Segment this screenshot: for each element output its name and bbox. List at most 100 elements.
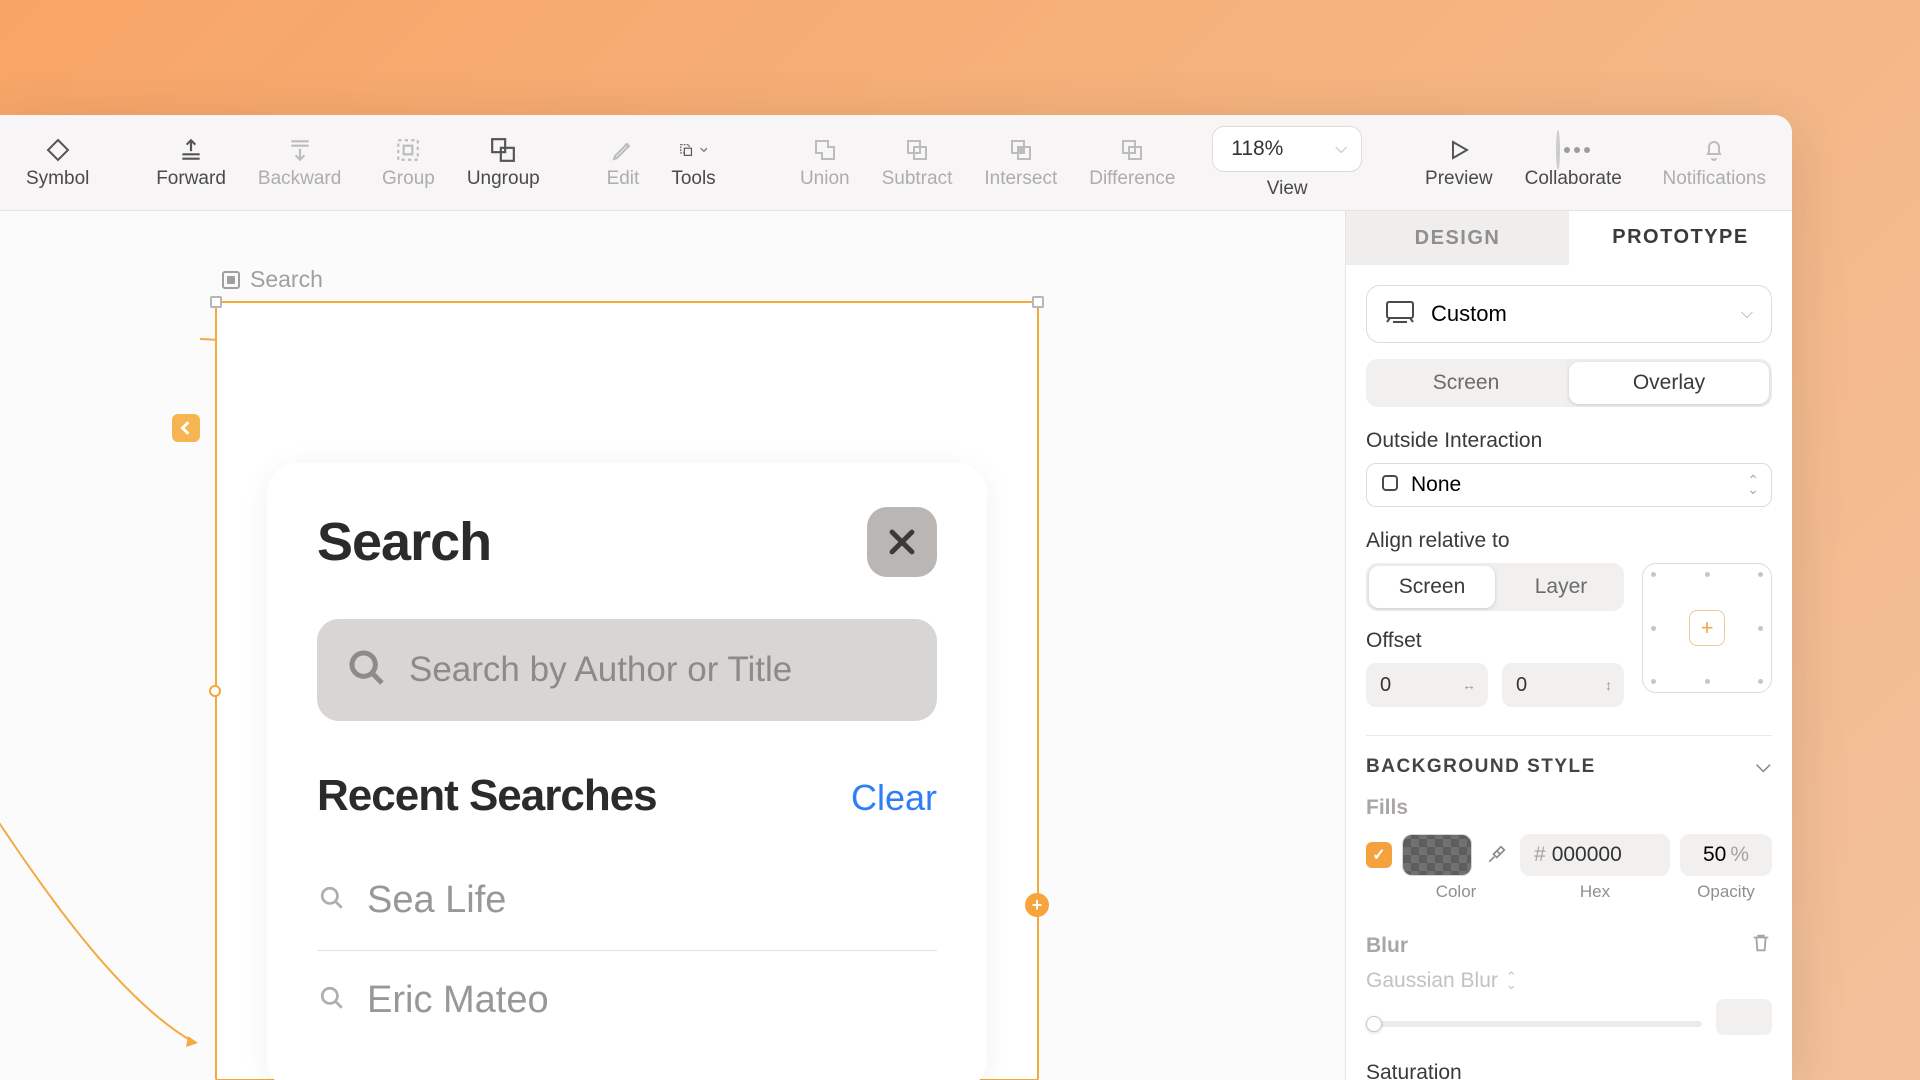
recent-list: Sea Life Eric Mateo [317, 851, 937, 1050]
search-input[interactable]: Search by Author or Title [317, 619, 937, 721]
add-link-badge[interactable]: + [1025, 893, 1049, 917]
app-window: Symbol Forward Backward Group Ungroup Ed… [0, 115, 1792, 1080]
toolbar-label: Ungroup [467, 168, 540, 190]
hex-value: 000000 [1552, 843, 1622, 867]
slider-thumb[interactable] [1366, 1016, 1382, 1032]
toolbar-label: Collaborate [1525, 168, 1622, 190]
search-placeholder: Search by Author or Title [409, 650, 792, 690]
chevron-down-icon[interactable]: ⌵ [1756, 756, 1772, 778]
align-screen[interactable]: Screen [1369, 566, 1495, 608]
toolbar-label: Preview [1425, 168, 1493, 190]
subtract-button[interactable]: Subtract [866, 115, 969, 210]
hex-input[interactable]: # 000000 [1520, 834, 1670, 876]
ungroup-icon [489, 136, 517, 164]
anchor-picker[interactable]: + [1642, 563, 1772, 693]
fill-row: ✓ # 000000 50 % [1366, 834, 1772, 876]
horizontal-arrows-icon: ↔ [1462, 677, 1476, 693]
recent-searches-heading: Recent Searches [317, 771, 657, 821]
intersect-icon [1007, 136, 1035, 164]
notifications-button[interactable]: Notifications [1647, 115, 1783, 210]
blur-label: Blur [1366, 934, 1408, 958]
segment-screen[interactable]: Screen [1366, 359, 1566, 407]
recent-item[interactable]: Sea Life [317, 851, 937, 951]
opacity-input[interactable]: 50 % [1680, 834, 1772, 876]
resize-handle[interactable] [210, 296, 222, 308]
tab-design[interactable]: DESIGN [1346, 211, 1569, 265]
trash-icon[interactable] [1750, 932, 1772, 959]
backward-button[interactable]: Backward [242, 115, 357, 210]
union-button[interactable]: Union [784, 115, 866, 210]
card-title: Search [317, 511, 491, 573]
toolbar-label: Subtract [882, 168, 953, 190]
avatar-icon [1559, 136, 1587, 164]
canvas[interactable]: Search + Search Search by Author or Titl… [0, 211, 1345, 1080]
forward-button[interactable]: Forward [140, 115, 242, 210]
offset-y-input[interactable]: 0 ↕ [1502, 663, 1624, 707]
artboard-icon [222, 271, 240, 289]
close-icon [885, 525, 919, 559]
offset-y-value: 0 [1516, 674, 1527, 697]
background-style-header[interactable]: BACKGROUND STYLE [1366, 756, 1596, 778]
view-menu[interactable]: 118% ⌵ View [1200, 115, 1374, 210]
search-card: Search Search by Author or Title Recent … [267, 463, 987, 1080]
hash-prefix: # [1534, 843, 1546, 867]
blur-type-select[interactable]: Gaussian Blur ⌃⌄ [1366, 969, 1772, 993]
device-value: Custom [1431, 301, 1507, 327]
user-avatar [1556, 130, 1560, 170]
clear-link[interactable]: Clear [851, 777, 937, 819]
send-backward-icon [286, 136, 314, 164]
collaborate-button[interactable]: Collaborate [1509, 115, 1638, 210]
align-segment[interactable]: Screen Layer [1366, 563, 1624, 611]
toolbar-label: Backward [258, 168, 341, 190]
tools-icon [679, 136, 707, 164]
recent-item[interactable]: Eric Mateo [317, 951, 937, 1050]
chevron-down-icon: ⌵ [1335, 140, 1347, 158]
percent-suffix: % [1730, 843, 1749, 867]
tools-menu[interactable]: Tools [655, 115, 731, 210]
zoom-value: 118% [1231, 137, 1283, 161]
align-layer[interactable]: Layer [1498, 563, 1624, 611]
saturation-label: Saturation [1366, 1061, 1772, 1080]
blur-value-field[interactable] [1716, 999, 1772, 1035]
back-link-badge[interactable] [172, 414, 200, 442]
artboard-name: Search [250, 266, 323, 293]
toolbar-label: Intersect [984, 168, 1057, 190]
link-anchor[interactable] [209, 685, 221, 697]
anchor-center[interactable]: + [1689, 610, 1725, 646]
outside-value: None [1411, 473, 1461, 497]
square-icon [1381, 474, 1399, 497]
fills-label: Fills [1366, 796, 1772, 820]
bell-icon [1700, 136, 1728, 164]
difference-button[interactable]: Difference [1073, 115, 1191, 210]
device-dropdown[interactable]: Custom ⌵ [1366, 285, 1772, 343]
intersect-button[interactable]: Intersect [968, 115, 1073, 210]
offset-label: Offset [1366, 629, 1624, 653]
close-button[interactable] [867, 507, 937, 577]
segment-overlay[interactable]: Overlay [1569, 362, 1769, 404]
opacity-value: 50 [1703, 843, 1726, 867]
vertical-arrows-icon: ↕ [1605, 677, 1612, 693]
group-button[interactable]: Group [366, 115, 451, 210]
zoom-select[interactable]: 118% ⌵ [1212, 126, 1362, 172]
screen-overlay-segment[interactable]: Screen Overlay [1366, 359, 1772, 407]
sublabel-hex: Hex [1510, 882, 1680, 902]
edit-button[interactable]: Edit [591, 115, 656, 210]
eyedropper-button[interactable] [1482, 834, 1510, 876]
blur-type-value: Gaussian Blur [1366, 969, 1498, 993]
preview-button[interactable]: Preview [1409, 115, 1509, 210]
toolbar-label: Group [382, 168, 435, 190]
blur-slider[interactable] [1366, 1021, 1702, 1027]
subtract-icon [903, 136, 931, 164]
offset-x-input[interactable]: 0 ↔ [1366, 663, 1488, 707]
color-swatch[interactable] [1402, 834, 1472, 876]
resize-handle[interactable] [1032, 296, 1044, 308]
fill-enabled-checkbox[interactable]: ✓ [1366, 842, 1392, 868]
tab-prototype[interactable]: PROTOTYPE [1569, 211, 1792, 265]
stepper-icon: ⌃⌄ [1506, 973, 1517, 989]
outside-interaction-select[interactable]: None ⌃⌄ [1366, 463, 1772, 507]
create-symbol-button[interactable]: Symbol [10, 115, 105, 210]
artboard-label[interactable]: Search [222, 266, 323, 293]
artboard[interactable]: + Search Search by Author or Title Recen… [215, 301, 1039, 1080]
union-icon [811, 136, 839, 164]
ungroup-button[interactable]: Ungroup [451, 115, 556, 210]
